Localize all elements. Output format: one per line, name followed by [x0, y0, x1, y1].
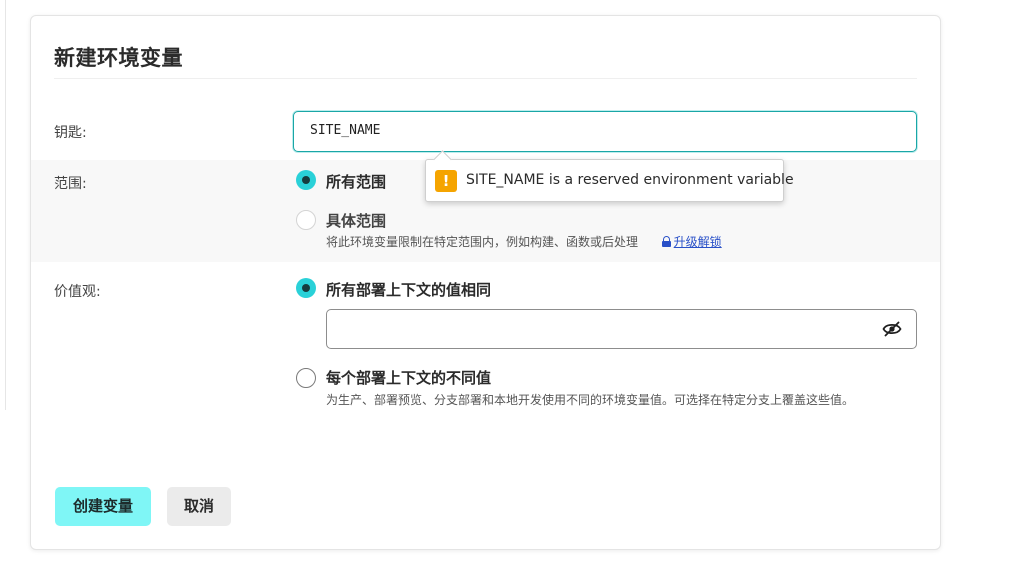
cancel-button[interactable]: 取消	[167, 487, 231, 526]
scope-help-text: 将此环境变量限制在特定范围内，例如构建、函数或后处理	[326, 235, 639, 249]
dialog-title: 新建环境变量	[54, 46, 183, 70]
eye-off-icon[interactable]	[882, 321, 902, 337]
scope-specific-radio[interactable]	[296, 210, 316, 230]
title-divider	[54, 78, 917, 79]
values-same-radio[interactable]	[296, 278, 316, 298]
values-label: 价值观:	[54, 284, 101, 300]
scope-all-label[interactable]: 所有范围	[326, 171, 386, 192]
scope-all-radio[interactable]	[296, 170, 316, 190]
create-variable-button[interactable]: 创建变量	[55, 487, 151, 526]
key-input[interactable]: SITE_NAME	[293, 111, 917, 152]
scope-label: 范围:	[54, 176, 87, 192]
key-label: 钥匙:	[54, 125, 87, 141]
background-panel-edge	[0, 0, 6, 410]
upgrade-link[interactable]: 升级解锁	[674, 235, 722, 249]
values-different-radio[interactable]	[296, 368, 316, 388]
new-env-variable-dialog: 新建环境变量 钥匙: SITE_NAME 范围: 所有范围 具体范围 将此环境变…	[30, 15, 941, 550]
scope-specific-help: 将此环境变量限制在特定范围内，例如构建、函数或后处理 升级解锁	[326, 232, 722, 252]
values-different-help: 为生产、部署预览、分支部署和本地开发使用不同的环境变量值。可选择在特定分支上覆盖…	[326, 393, 855, 407]
scope-specific-label[interactable]: 具体范围	[326, 210, 386, 231]
lock-icon	[661, 236, 671, 247]
values-same-label[interactable]: 所有部署上下文的值相同	[326, 279, 491, 300]
reserved-variable-tooltip: ! SITE_NAME is a reserved environment va…	[425, 159, 794, 202]
warning-icon: !	[435, 170, 457, 192]
value-input[interactable]	[326, 309, 917, 349]
values-different-label[interactable]: 每个部署上下文的不同值	[326, 367, 491, 388]
tooltip-text: SITE_NAME is a reserved environment vari…	[466, 172, 794, 188]
